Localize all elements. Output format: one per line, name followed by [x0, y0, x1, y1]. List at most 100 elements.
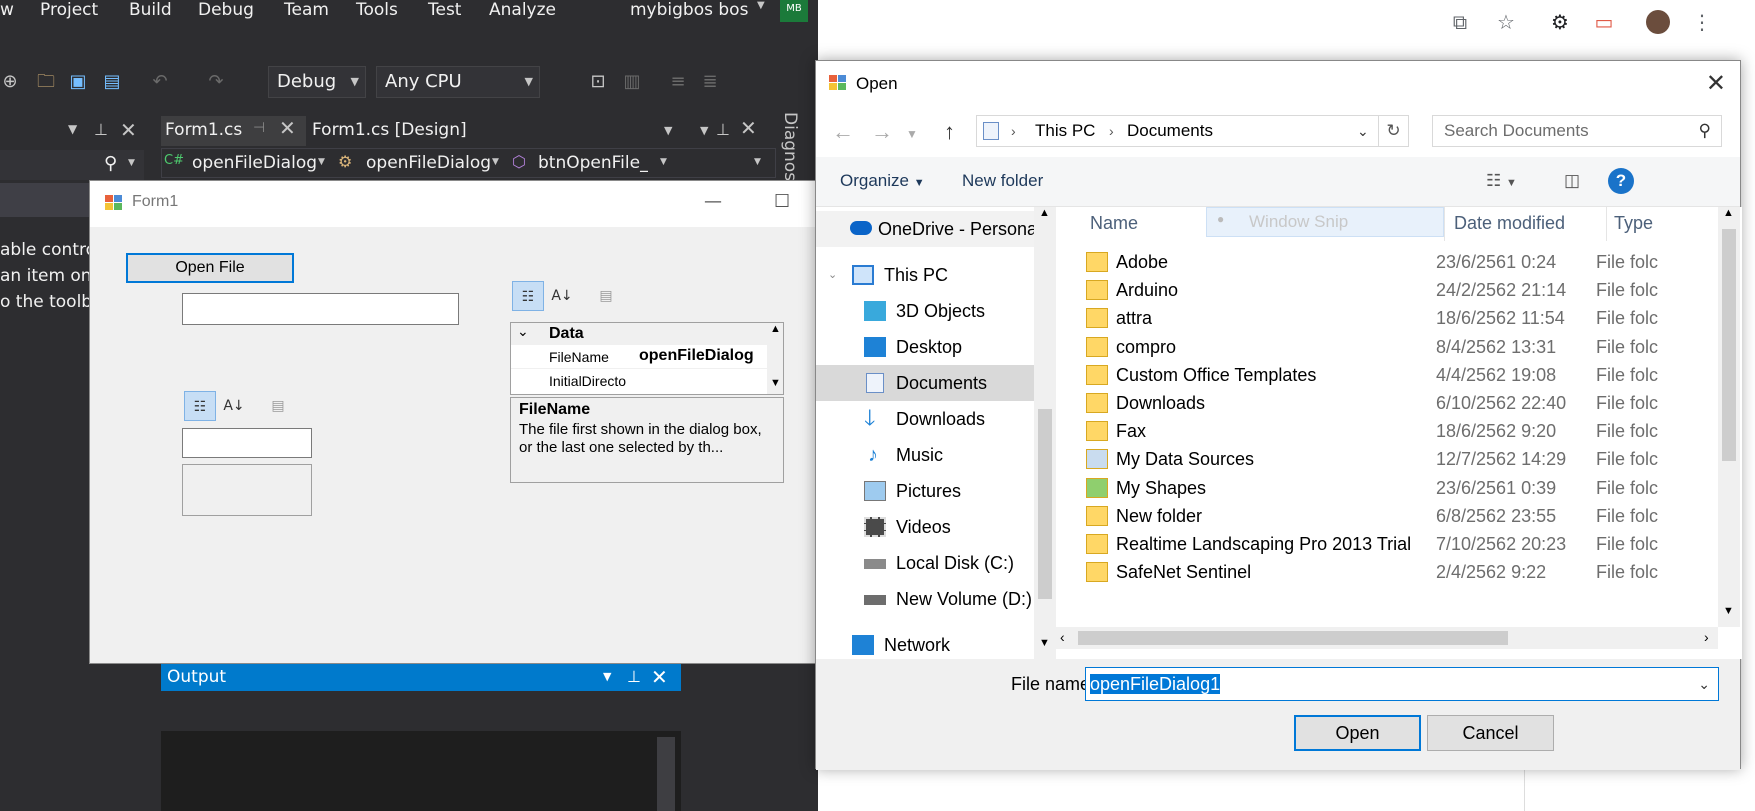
file-row[interactable]: Adobe 23/6/2561 0:24 File folc: [1056, 247, 1716, 278]
file-row[interactable]: My Data Sources 12/7/2562 14:29 File folc: [1056, 444, 1716, 475]
file-name-input[interactable]: openFileDialog1 ⌄: [1085, 667, 1719, 701]
nav-item-network[interactable]: Network: [816, 627, 1034, 659]
tab-form1-cs[interactable]: Form1.cs ⊣ ✕: [161, 116, 306, 146]
nav-item-videos[interactable]: Videos: [816, 509, 1034, 545]
gear-icon[interactable]: ⚙: [1548, 10, 1572, 34]
nav-item-3d-objects[interactable]: 3D Objects: [816, 293, 1034, 329]
categorized-icon[interactable]: ☷: [184, 391, 216, 421]
chevron-down-icon[interactable]: ▼: [906, 127, 918, 141]
propgrid-scrollbar[interactable]: ▲ ▼: [767, 323, 783, 394]
nav-item-downloads[interactable]: 🡓 Downloads: [816, 401, 1034, 437]
file-list[interactable]: Name ● Window Snip ⌃ Date modified Type …: [1056, 207, 1742, 659]
breadcrumb-documents[interactable]: Documents: [1127, 116, 1213, 146]
file-row[interactable]: My Shapes 23/6/2561 0:39 File folc: [1056, 473, 1716, 504]
cast-icon[interactable]: ▭: [1592, 10, 1616, 34]
redo-icon[interactable]: ↷: [206, 72, 226, 92]
chevron-down-icon[interactable]: ▼: [603, 663, 611, 691]
menu-item-view[interactable]: w: [0, 0, 14, 20]
address-bar[interactable]: › This PC › Documents ⌄ ↻: [976, 115, 1409, 147]
propgrid-small-input[interactable]: [182, 428, 312, 458]
open-button[interactable]: Open: [1294, 715, 1421, 751]
file-row[interactable]: Fax 18/6/2562 9:20 File folc: [1056, 416, 1716, 447]
chevron-down-icon[interactable]: ▼: [1723, 605, 1734, 617]
file-row[interactable]: Downloads 6/10/2562 22:40 File folc: [1056, 388, 1716, 419]
file-row[interactable]: SafeNet Sentinel 2/4/2562 9:22 File folc: [1056, 557, 1716, 588]
scroll-thumb[interactable]: [1078, 631, 1508, 645]
avatar[interactable]: MB: [780, 0, 808, 22]
close-icon[interactable]: ✕: [120, 118, 137, 142]
sort-az-icon[interactable]: A↓: [218, 391, 250, 421]
more-vert-icon[interactable]: ⋮: [1690, 10, 1714, 34]
save-icon[interactable]: ▣: [68, 72, 88, 92]
scroll-thumb[interactable]: [1038, 409, 1052, 599]
nav-combo-member[interactable]: btnOpenFile_Cl: [538, 153, 648, 173]
nav-combo-project[interactable]: openFileDialog: [192, 153, 317, 173]
new-item-icon[interactable]: ⊕: [0, 72, 20, 92]
file-row[interactable]: New folder 6/8/2562 23:55 File folc: [1056, 501, 1716, 532]
column-divider[interactable]: [1444, 207, 1445, 241]
view-options-icon[interactable]: ☷ ▼: [1486, 171, 1517, 191]
preview-pane-icon[interactable]: ◫: [1564, 171, 1580, 191]
chevron-down-icon[interactable]: ▼: [1039, 637, 1050, 649]
property-row[interactable]: InitialDirecto: [511, 369, 767, 393]
nav-item-desktop[interactable]: Desktop: [816, 329, 1034, 365]
help-icon[interactable]: ?: [1608, 168, 1634, 194]
menu-item-tools[interactable]: Tools: [356, 0, 398, 20]
layout-icon[interactable]: ▥: [622, 72, 642, 92]
pin-icon[interactable]: ⊣: [253, 120, 265, 136]
chevron-down-icon[interactable]: ▼: [700, 124, 708, 137]
chevron-right-icon[interactable]: ›: [1704, 629, 1709, 645]
property-pages-icon[interactable]: ▤: [590, 281, 622, 311]
nav-item-pictures[interactable]: Pictures: [816, 473, 1034, 509]
platform-combo[interactable]: Any CPU ▼: [376, 66, 540, 98]
chevron-left-icon[interactable]: ‹: [1060, 629, 1065, 645]
spacing-icon[interactable]: ≡: [668, 72, 688, 92]
property-grid[interactable]: ⌄ Data FileName openFileDialog InitialDi…: [510, 322, 784, 395]
organize-button[interactable]: Organize ▼: [840, 171, 925, 191]
file-row[interactable]: Arduino 24/2/2562 21:14 File folc: [1056, 275, 1716, 306]
menu-item-test[interactable]: Test: [428, 0, 461, 20]
property-pages-icon[interactable]: ▤: [262, 391, 294, 421]
output-scrollbar[interactable]: [657, 737, 675, 811]
menu-item-build[interactable]: Build: [129, 0, 172, 20]
file-row[interactable]: compro 8/4/2562 13:31 File folc: [1056, 332, 1716, 363]
undo-icon[interactable]: ↶: [150, 72, 170, 92]
file-row[interactable]: attra 18/6/2562 11:54 File folc: [1056, 303, 1716, 334]
nav-item-local-disk[interactable]: Local Disk (C:): [816, 545, 1034, 581]
open-folder-icon[interactable]: 🗀: [36, 72, 56, 92]
chevron-up-icon[interactable]: ▲: [1723, 207, 1734, 219]
refresh-icon[interactable]: ↻: [1378, 116, 1408, 146]
translate-icon[interactable]: ⧉: [1448, 10, 1472, 34]
toolbox-search[interactable]: ⚲ ▼: [0, 150, 144, 180]
column-divider[interactable]: [1606, 207, 1607, 241]
close-icon[interactable]: ✕: [651, 663, 668, 691]
account-dropdown-icon[interactable]: ▼: [757, 0, 765, 11]
form1-designer-window[interactable]: Form1 — ☐ Open File ☷ A↓ ▤ ☷ A↓ ▤ ⌄ Data…: [89, 180, 818, 664]
nav-item-new-volume[interactable]: New Volume (D:): [816, 581, 1034, 617]
account-name[interactable]: mybigbos bos: [630, 0, 748, 20]
nav-item-music[interactable]: ♪ Music: [816, 437, 1034, 473]
new-folder-button[interactable]: New folder: [962, 171, 1043, 191]
column-header-name[interactable]: Name: [1090, 213, 1138, 234]
forward-arrow-icon[interactable]: →: [871, 119, 893, 145]
property-row[interactable]: FileName openFileDialog: [511, 345, 767, 369]
menu-item-project[interactable]: Project: [40, 0, 98, 20]
chevron-down-icon[interactable]: ▼: [664, 124, 672, 137]
nav-item-this-pc[interactable]: ⌄ This PC: [816, 257, 1034, 293]
scroll-thumb[interactable]: [1722, 229, 1736, 461]
column-header-date[interactable]: Date modified: [1454, 213, 1565, 234]
sort-az-icon[interactable]: A↓: [546, 281, 578, 311]
nav-combo-type[interactable]: openFileDialog: [366, 153, 491, 173]
star-icon[interactable]: ☆: [1494, 10, 1518, 34]
chevron-up-icon[interactable]: ▲: [1039, 207, 1050, 219]
search-input[interactable]: Search Documents ⚲: [1432, 115, 1722, 147]
pin-icon[interactable]: ⊥: [716, 120, 730, 139]
nav-item-onedrive[interactable]: OneDrive - Persona: [816, 211, 1034, 247]
avatar[interactable]: [1646, 10, 1670, 34]
save-all-icon[interactable]: ▤: [102, 72, 122, 92]
menu-item-analyze[interactable]: Analyze: [489, 0, 556, 20]
chevron-up-icon[interactable]: ▲: [770, 323, 781, 335]
align-icon[interactable]: ⊡: [588, 72, 608, 92]
file-row[interactable]: Custom Office Templates 4/4/2562 19:08 Fil…: [1056, 360, 1716, 391]
chevron-down-icon[interactable]: ⌄: [1698, 668, 1710, 700]
